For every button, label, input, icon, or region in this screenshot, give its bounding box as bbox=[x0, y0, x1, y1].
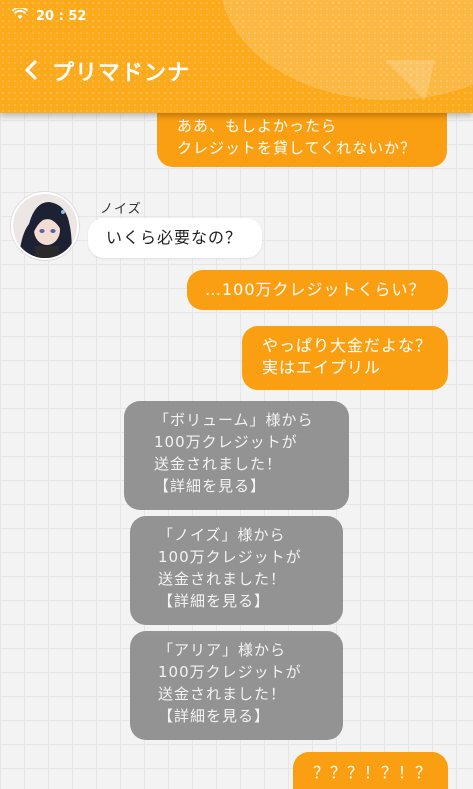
message-text: ？？？！？！？ bbox=[313, 763, 433, 782]
view-details-link[interactable]: 【詳細を見る】 bbox=[154, 475, 349, 497]
outgoing-message[interactable]: やっぱり大金だよな？ 実はエイプリル bbox=[242, 326, 448, 390]
notification-text: 100万クレジットが bbox=[154, 433, 298, 451]
transfer-notification[interactable]: 「アリア」様から 100万クレジットが 送金されました！ 【詳細を見る】 bbox=[130, 631, 343, 740]
notification-text: 「アリア」様から bbox=[158, 641, 287, 659]
transfer-notification[interactable]: 「ノイズ」様から 100万クレジットが 送金されました！ 【詳細を見る】 bbox=[130, 516, 343, 625]
message-text: クレジットを貸してくれないか？ bbox=[177, 139, 417, 157]
incoming-message[interactable]: いくら必要なの？ bbox=[88, 218, 262, 258]
view-details-link[interactable]: 【詳細を見る】 bbox=[158, 590, 343, 612]
chat-title: プリマドンナ bbox=[52, 61, 191, 86]
notification-text: 送金されました！ bbox=[158, 570, 287, 588]
view-details-link[interactable]: 【詳細を見る】 bbox=[158, 705, 343, 727]
wifi-icon bbox=[11, 6, 29, 24]
header-decoration bbox=[220, 0, 473, 100]
notification-text: 100万クレジットが bbox=[158, 663, 302, 681]
outgoing-message[interactable]: …100万クレジットくらい？ bbox=[187, 270, 448, 310]
status-time: 20 : 52 bbox=[36, 8, 87, 24]
transfer-notification[interactable]: 「ボリューム」様から 100万クレジットが 送金されました！ 【詳細を見る】 bbox=[124, 401, 349, 510]
message-text: やっぱり大金だよな？ bbox=[262, 336, 433, 355]
status-bar: 20 : 52 bbox=[11, 6, 87, 24]
chevron-left-icon bbox=[25, 60, 37, 80]
notification-text: 送金されました！ bbox=[154, 455, 283, 473]
notification-text: 100万クレジットが bbox=[158, 548, 302, 566]
sender-name: ノイズ bbox=[100, 202, 142, 217]
message-text: …100万クレジットくらい？ bbox=[205, 280, 426, 299]
notification-text: 送金されました！ bbox=[158, 685, 287, 703]
message-text: いくら必要なの？ bbox=[106, 228, 243, 247]
app-header: 20 : 52 プリマドンナ bbox=[0, 0, 473, 113]
message-text: 実はエイプリル bbox=[262, 358, 382, 377]
notification-text: 「ノイズ」様から bbox=[158, 526, 286, 544]
message-text: ああ、もしよかったら bbox=[177, 117, 338, 135]
avatar[interactable] bbox=[11, 192, 79, 260]
back-button[interactable] bbox=[18, 56, 44, 84]
outgoing-message[interactable]: ？？？！？！？ bbox=[293, 752, 448, 789]
notification-text: 「ボリューム」様から bbox=[154, 411, 314, 429]
